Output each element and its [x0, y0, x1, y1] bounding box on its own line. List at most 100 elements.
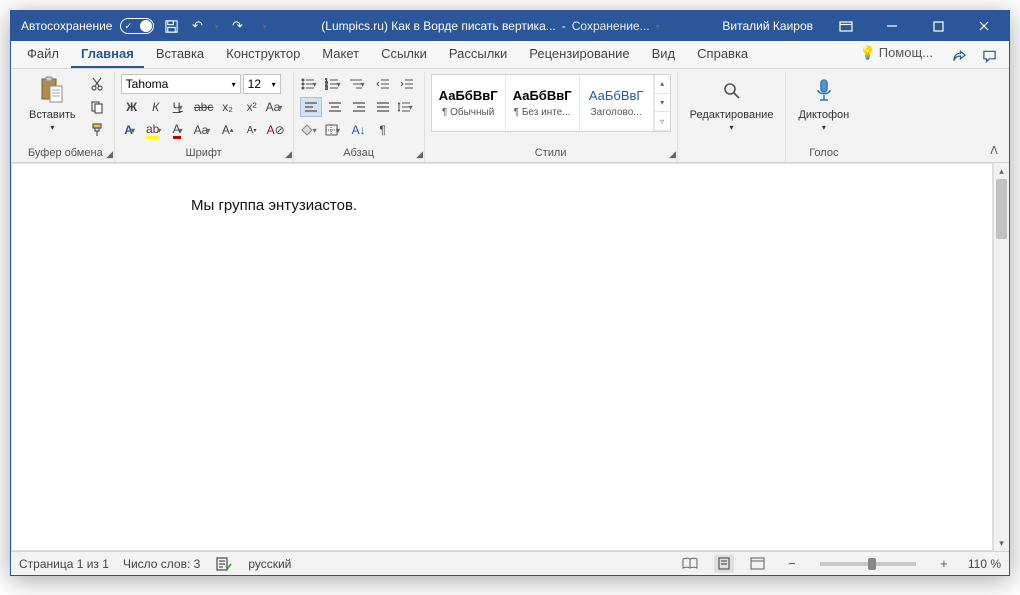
- shrink-font-button[interactable]: A▾: [241, 120, 263, 140]
- underline-button[interactable]: Ч▾: [169, 97, 191, 117]
- tab-insert[interactable]: Вставка: [146, 42, 214, 68]
- web-layout-icon[interactable]: [748, 555, 768, 573]
- collapse-ribbon-icon[interactable]: ᐱ: [985, 142, 1003, 158]
- save-icon[interactable]: [162, 17, 180, 35]
- scroll-up-icon[interactable]: ▴: [994, 163, 1009, 179]
- undo-dropdown-icon[interactable]: ▾: [212, 17, 220, 35]
- gallery-more-icon[interactable]: ▿: [654, 112, 670, 131]
- borders-button[interactable]: ▾: [324, 120, 346, 140]
- align-right-button[interactable]: [348, 97, 370, 117]
- style-normal-preview: АаБбВвГ: [439, 88, 498, 103]
- tab-mailings[interactable]: Рассылки: [439, 42, 517, 68]
- line-spacing-button[interactable]: ▾: [396, 97, 418, 117]
- clipboard-group-label: Буфер обмена: [23, 145, 108, 162]
- word-count[interactable]: Число слов: 3: [123, 557, 200, 571]
- styles-gallery-arrows: ▴ ▾ ▿: [654, 75, 670, 131]
- share-button[interactable]: [945, 44, 973, 68]
- styles-gallery: АаБбВвГ ¶ Обычный АаБбВвГ ¶ Без инте... …: [431, 74, 671, 132]
- font-name-combo[interactable]: Tahoma▾: [121, 74, 241, 94]
- svg-text:3: 3: [325, 86, 328, 90]
- scroll-down-icon[interactable]: ▾: [994, 535, 1009, 551]
- char-shading-button[interactable]: Aa▾: [193, 120, 215, 140]
- increase-indent-button[interactable]: [396, 74, 418, 94]
- quick-access: Автосохранение ✓ ↶ ▾ ↷ ▾: [11, 17, 268, 35]
- style-no-spacing[interactable]: АаБбВвГ ¶ Без инте...: [506, 75, 580, 131]
- spell-check-icon[interactable]: [214, 555, 234, 573]
- comments-button[interactable]: [975, 44, 1003, 68]
- show-marks-button[interactable]: ¶: [372, 120, 394, 140]
- subscript-button[interactable]: x₂: [217, 97, 239, 117]
- tab-design[interactable]: Конструктор: [216, 42, 310, 68]
- highlight-button[interactable]: ab▾: [145, 120, 167, 140]
- italic-button[interactable]: К: [145, 97, 167, 117]
- minimize-button[interactable]: [871, 11, 913, 41]
- vertical-scrollbar[interactable]: ▴ ▾: [993, 163, 1009, 551]
- tab-view[interactable]: Вид: [642, 42, 686, 68]
- page-count[interactable]: Страница 1 из 1: [19, 557, 109, 571]
- multilevel-list-button[interactable]: ▾: [348, 74, 370, 94]
- redo-icon[interactable]: ↷: [228, 17, 246, 35]
- title-dropdown-icon[interactable]: ▾: [654, 17, 662, 35]
- bullets-button[interactable]: ▾: [300, 74, 322, 94]
- gallery-up-icon[interactable]: ▴: [654, 75, 670, 94]
- dictate-button[interactable]: Диктофон▾: [792, 74, 855, 136]
- lightbulb-icon: 💡: [860, 45, 876, 60]
- decrease-indent-button[interactable]: [372, 74, 394, 94]
- clear-formatting-button[interactable]: A⊘: [265, 120, 287, 140]
- group-clipboard: Вставить▾ Буфер обмена ◢: [17, 72, 114, 162]
- shading-button[interactable]: ▾: [300, 120, 322, 140]
- toggle-knob: [140, 20, 152, 32]
- style-normal[interactable]: АаБбВвГ ¶ Обычный: [432, 75, 506, 131]
- scroll-track[interactable]: [994, 179, 1009, 535]
- justify-button[interactable]: [372, 97, 394, 117]
- qat-customize-icon[interactable]: ▾: [260, 17, 268, 35]
- cut-button[interactable]: [86, 74, 108, 94]
- align-center-button[interactable]: [324, 97, 346, 117]
- style-no-spacing-label: ¶ Без инте...: [514, 107, 571, 118]
- gallery-down-icon[interactable]: ▾: [654, 94, 670, 113]
- group-styles: АаБбВвГ ¶ Обычный АаБбВвГ ¶ Без инте... …: [424, 72, 677, 162]
- print-layout-icon[interactable]: [714, 555, 734, 573]
- tab-help[interactable]: Справка: [687, 42, 758, 68]
- numbering-button[interactable]: 123▾: [324, 74, 346, 94]
- format-painter-button[interactable]: [86, 120, 108, 140]
- tab-file[interactable]: Файл: [17, 42, 69, 68]
- zoom-thumb[interactable]: [868, 558, 876, 570]
- tab-references[interactable]: Ссылки: [371, 42, 437, 68]
- scroll-thumb[interactable]: [996, 179, 1007, 239]
- zoom-out-button[interactable]: −: [782, 555, 802, 573]
- title-dash: -: [562, 19, 566, 33]
- language[interactable]: русский: [248, 557, 291, 571]
- read-mode-icon[interactable]: [680, 555, 700, 573]
- styles-group-label: Стили: [431, 145, 671, 162]
- close-button[interactable]: [963, 11, 1005, 41]
- editing-button[interactable]: Редактирование▾: [684, 74, 780, 136]
- tab-layout[interactable]: Макет: [312, 42, 369, 68]
- user-name[interactable]: Виталий Каиров: [714, 19, 821, 33]
- align-left-button[interactable]: [300, 97, 322, 117]
- grow-font-button[interactable]: A▴: [217, 120, 239, 140]
- zoom-in-button[interactable]: +: [934, 555, 954, 573]
- font-color-button[interactable]: A▾: [169, 120, 191, 140]
- maximize-button[interactable]: [917, 11, 959, 41]
- document-page[interactable]: Мы группа энтузиастов.: [11, 163, 993, 551]
- strikethrough-button[interactable]: abc: [193, 97, 215, 117]
- undo-icon[interactable]: ↶: [188, 17, 206, 35]
- superscript-button[interactable]: x²: [241, 97, 263, 117]
- ribbon-display-options[interactable]: [825, 11, 867, 41]
- copy-button[interactable]: [86, 97, 108, 117]
- autosave-toggle[interactable]: ✓: [120, 18, 154, 34]
- style-heading1[interactable]: АаБбВвГ Заголово...: [580, 75, 654, 131]
- style-heading1-label: Заголово...: [591, 107, 642, 118]
- zoom-level[interactable]: 110 %: [968, 557, 1001, 571]
- paste-button[interactable]: Вставить▾: [23, 74, 82, 136]
- sort-button[interactable]: A↓: [348, 120, 370, 140]
- case-button[interactable]: Aa▾: [265, 97, 287, 117]
- text-effects-button[interactable]: A▾: [121, 120, 143, 140]
- tab-home[interactable]: Главная: [71, 42, 144, 68]
- font-size-combo[interactable]: 12▾: [243, 74, 281, 94]
- tell-me[interactable]: 💡Помощ...: [850, 41, 943, 68]
- bold-button[interactable]: Ж: [121, 97, 143, 117]
- zoom-slider[interactable]: [820, 562, 916, 566]
- tab-review[interactable]: Рецензирование: [519, 42, 639, 68]
